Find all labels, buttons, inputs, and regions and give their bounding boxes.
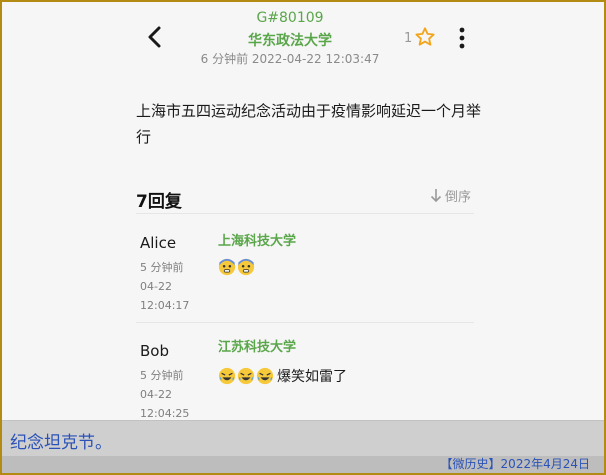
post-id: G#80109 xyxy=(256,10,324,26)
caption-text: 纪念坦克节。 xyxy=(10,433,112,453)
reply-date: 04-22 xyxy=(140,388,172,401)
fearful-face-icon xyxy=(218,258,236,276)
sort-label: 倒序 xyxy=(445,190,472,205)
divider xyxy=(136,213,474,214)
reply-count: 7回复 xyxy=(136,192,182,212)
caption-bar: 纪念坦克节。 xyxy=(2,420,604,457)
star-count: 1 xyxy=(404,31,413,46)
reply-meta: 5 分钟前 04-22 12:04:25 xyxy=(140,366,189,423)
more-options-icon[interactable] xyxy=(454,26,470,50)
footer-source: 【微历史】2022年4月24日 xyxy=(440,457,590,471)
rolling-laughing-face-icon xyxy=(218,367,236,385)
reply-text xyxy=(218,258,255,276)
reply-school: 上海科技大学 xyxy=(218,234,297,249)
app-frame: G#80109 华东政法大学 6 分钟前 2022-04-22 12:03:47… xyxy=(0,0,606,475)
footer-bar: 【微历史】2022年4月24日 xyxy=(2,456,604,473)
post-content: 上海市五四运动纪念活动由于疫情影响延迟一个月举行 xyxy=(136,102,482,146)
rolling-laughing-face-icon xyxy=(256,367,274,385)
reply-ago: 5 分钟前 xyxy=(140,369,184,382)
reply-school: 江苏科技大学 xyxy=(218,340,297,355)
reply-item: Bob 5 分钟前 04-22 12:04:25 江苏科技大学 爆笑如雷了 xyxy=(136,332,476,420)
star-icon[interactable] xyxy=(414,26,436,48)
reply-ago: 5 分钟前 xyxy=(140,261,184,274)
reply-username: Alice xyxy=(140,234,177,252)
post-timestamp: 6 分钟前 2022-04-22 12:03:47 xyxy=(200,52,380,66)
reply-text: 爆笑如雷了 xyxy=(218,366,347,386)
fearful-face-icon xyxy=(237,258,255,276)
reply-message: 爆笑如雷了 xyxy=(277,369,347,385)
rolling-laughing-face-icon xyxy=(237,367,255,385)
reply-date: 04-22 xyxy=(140,280,172,293)
divider xyxy=(136,322,474,323)
post-school: 华东政法大学 xyxy=(248,33,332,49)
sort-toggle[interactable]: 倒序 xyxy=(430,186,471,205)
reply-time: 12:04:17 xyxy=(140,299,190,312)
arrow-down-icon xyxy=(430,189,442,203)
reply-meta: 5 分钟前 04-22 12:04:17 xyxy=(140,258,189,315)
reply-username: Bob xyxy=(140,342,169,360)
reply-item: Alice 5 分钟前 04-22 12:04:17 上海科技大学 xyxy=(136,224,476,322)
